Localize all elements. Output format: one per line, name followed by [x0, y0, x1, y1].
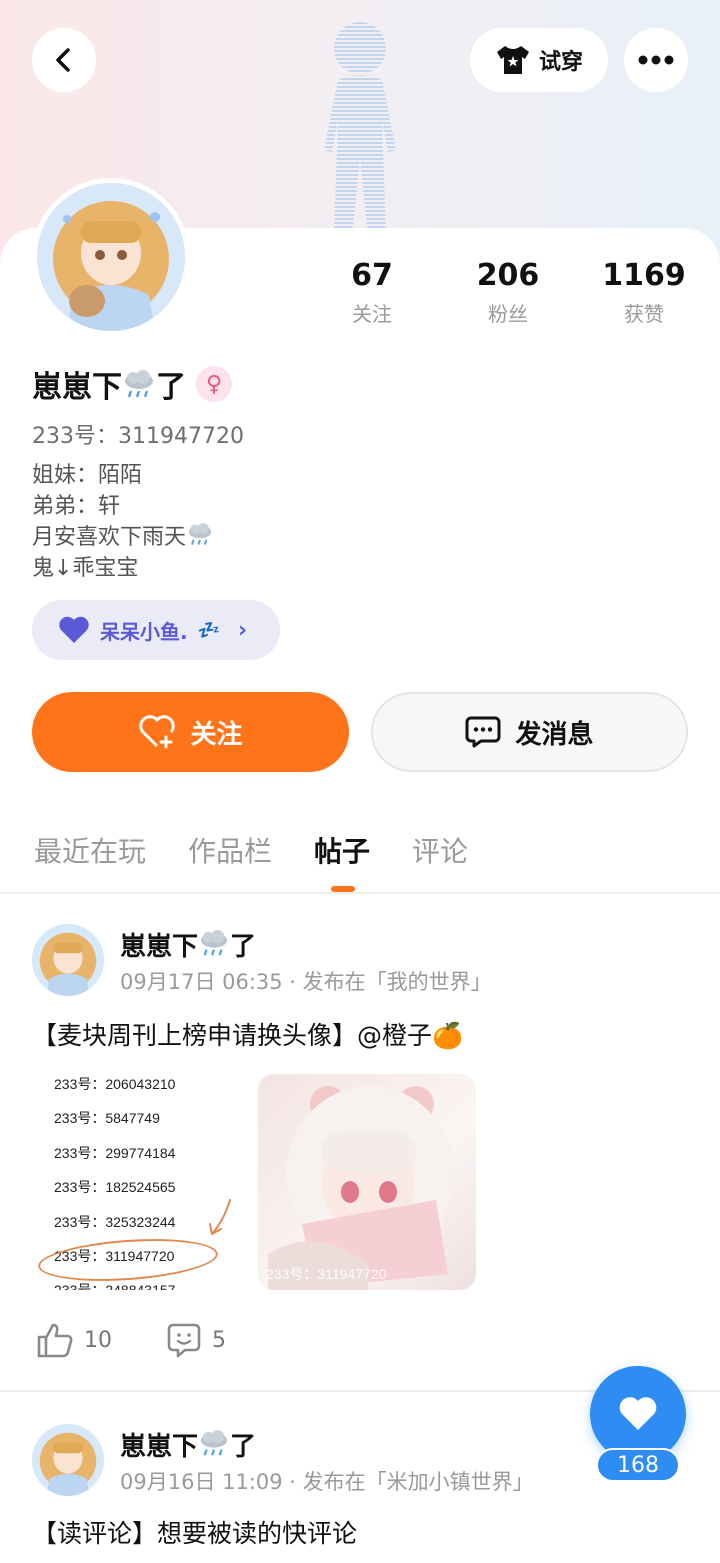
- bio-line: 鬼↓乖宝宝: [32, 556, 139, 581]
- more-dots-icon: [638, 55, 674, 65]
- post-meta: 09月17日 06:35 · 发布在「我的世界」: [120, 970, 492, 994]
- stat-following-value: 67: [351, 258, 393, 293]
- try-on-label: 试穿: [538, 50, 583, 75]
- nickname-text-end: 了: [156, 370, 186, 405]
- message-button[interactable]: 发消息: [371, 692, 688, 772]
- post-image-id-list[interactable]: 233号：206043210 233号：5847749 233号：2997741…: [32, 1068, 232, 1290]
- stat-fans[interactable]: 206 粉丝: [448, 258, 568, 327]
- floating-like-count: 168: [596, 1448, 680, 1482]
- chevron-left-icon: [56, 48, 70, 72]
- id-row: 233号：182524565: [54, 1179, 176, 1195]
- sleep-icon: 💤: [197, 619, 221, 641]
- like-action[interactable]: 10: [36, 1322, 112, 1358]
- post-image-character[interactable]: 233号：311947720: [258, 1074, 476, 1290]
- stat-likes: 1169 获赞: [584, 258, 704, 327]
- like-count: 10: [84, 1327, 112, 1353]
- stat-following-label: 关注: [352, 302, 392, 326]
- avatar-illustration: [37, 183, 185, 331]
- stat-likes-label: 获赞: [624, 302, 664, 326]
- more-button[interactable]: [624, 28, 688, 92]
- id-row: 233号：325323244: [54, 1214, 176, 1230]
- profile-nickname: 崽崽下了 ♀: [32, 362, 232, 406]
- heart-icon: [59, 616, 89, 643]
- post-author-name[interactable]: 崽崽下 了: [120, 1426, 256, 1463]
- rain-cloud-icon: [200, 1430, 228, 1456]
- post-author-name[interactable]: 崽崽下 了: [120, 926, 256, 963]
- comment-count: 5: [212, 1327, 226, 1353]
- tab-posts[interactable]: 帖子: [314, 830, 370, 870]
- back-button[interactable]: [32, 28, 96, 92]
- nickname-text-start: 崽崽下: [32, 370, 122, 405]
- tabs-divider: [0, 892, 720, 894]
- profile-bio: 姐妹：陌陌 弟弟：轩 月安喜欢下雨天 鬼↓乖宝宝: [32, 460, 214, 584]
- arrow-annotation: [209, 1199, 231, 1235]
- post-author-avatar[interactable]: [32, 924, 104, 996]
- thumbs-up-icon: [37, 1323, 73, 1358]
- avatar-illustration: [32, 1424, 104, 1496]
- rain-cloud-icon: [125, 370, 153, 398]
- id-row: 233号：5847749: [54, 1110, 160, 1126]
- follow-button[interactable]: 关注: [32, 692, 349, 772]
- stat-following[interactable]: 67 关注: [312, 258, 432, 327]
- highlight-circle: [36, 1233, 220, 1287]
- profile-tabs: 最近在玩 作品栏 帖子 评论: [0, 822, 720, 892]
- chat-bubble-icon: [465, 716, 501, 748]
- post-author-avatar[interactable]: [32, 1424, 104, 1496]
- stat-likes-value: 1169: [602, 258, 686, 293]
- bio-line: 弟弟：轩: [32, 494, 121, 519]
- stat-fans-value: 206: [476, 258, 540, 293]
- female-icon: ♀: [196, 366, 232, 402]
- bio-line: 姐妹：陌陌: [32, 463, 143, 488]
- profile-avatar[interactable]: [32, 178, 190, 336]
- post-title[interactable]: 【麦块周刊上榜申请换头像】@橙子🍊: [32, 1016, 463, 1052]
- rain-cloud-icon: [188, 523, 212, 545]
- message-label: 发消息: [515, 719, 594, 750]
- post-title[interactable]: 【读评论】想要被读的快评论: [32, 1514, 357, 1550]
- group-label: 呆呆小鱼.: [100, 619, 188, 644]
- tab-recent-play[interactable]: 最近在玩: [34, 830, 146, 870]
- comment-smile-icon: [167, 1323, 201, 1358]
- heart-icon: [619, 1397, 657, 1430]
- author-name-start: 崽崽下: [120, 1432, 199, 1462]
- chevron-right-icon: ›: [238, 617, 248, 643]
- image-watermark: 233号：311947720: [266, 1266, 387, 1282]
- follow-label: 关注: [190, 719, 243, 750]
- author-name-end: 了: [230, 932, 257, 962]
- group-button[interactable]: 呆呆小鱼. 💤 ›: [32, 600, 280, 660]
- id-row: 233号：299774184: [54, 1145, 176, 1161]
- try-on-button[interactable]: 试穿: [470, 28, 608, 92]
- comment-action[interactable]: 5: [166, 1322, 226, 1358]
- id-row: 233号：248843157: [54, 1282, 176, 1290]
- author-name-end: 了: [230, 1432, 257, 1462]
- shirt-icon: [496, 46, 529, 74]
- tab-works[interactable]: 作品栏: [188, 830, 272, 870]
- tab-comments[interactable]: 评论: [412, 830, 468, 870]
- bio-line: 月安喜欢下雨天: [32, 522, 214, 553]
- post-meta: 09月16日 11:09 · 发布在「米加小镇世界」: [120, 1470, 534, 1494]
- character-illustration: [268, 1086, 454, 1290]
- user-id: 233号：311947720: [32, 424, 244, 449]
- rain-cloud-icon: [200, 930, 228, 956]
- heart-plus-icon: [139, 715, 176, 749]
- avatar-silhouette: [324, 22, 396, 235]
- avatar-illustration: [32, 924, 104, 996]
- author-name-start: 崽崽下: [120, 932, 199, 962]
- id-row: 233号：206043210: [54, 1076, 176, 1092]
- bio-line-text: 月安喜欢下雨天: [32, 525, 187, 550]
- stat-fans-label: 粉丝: [488, 302, 528, 326]
